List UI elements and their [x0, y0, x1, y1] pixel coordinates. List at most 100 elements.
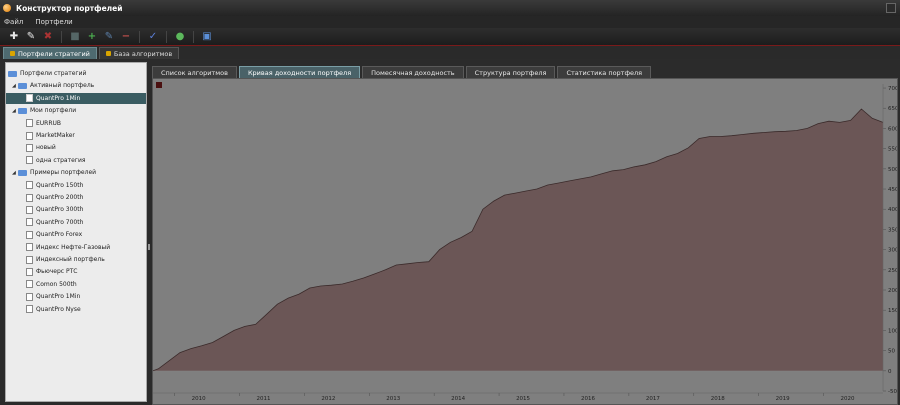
- tree-item[interactable]: QuantPro 150th: [6, 180, 83, 191]
- menu-portfolios[interactable]: Портфели: [35, 18, 72, 26]
- tree-item-label: Активный портфель: [30, 82, 95, 90]
- tree-item[interactable]: Фьючерс РТС: [6, 266, 77, 277]
- document-icon: [26, 143, 33, 152]
- delete-button[interactable]: ✖: [42, 31, 54, 43]
- menu-bar: Файл Портфели: [0, 16, 900, 28]
- tree-item[interactable]: Индексный портфель: [6, 254, 105, 265]
- save-button[interactable]: ■: [69, 31, 81, 43]
- minus-icon: −: [121, 31, 131, 42]
- window-title: Конструктор портфелей: [16, 3, 123, 13]
- tree-item[interactable]: QuantPro 300th: [6, 204, 83, 215]
- chart-icon: ✓: [148, 31, 158, 42]
- folder-icon: [8, 70, 17, 77]
- document-icon: [26, 205, 33, 214]
- folder-icon: [18, 169, 27, 176]
- document-icon: ✎: [26, 31, 36, 42]
- equity-area: [153, 109, 883, 371]
- menu-file[interactable]: Файл: [4, 18, 23, 26]
- refresh-button[interactable]: ●: [174, 31, 186, 43]
- x-tick-label: 2015: [516, 396, 530, 402]
- panel-splitter[interactable]: [147, 59, 151, 405]
- folder-icon: [18, 107, 27, 114]
- remove-button[interactable]: −: [120, 31, 132, 43]
- y-tick-label: 700: [888, 86, 897, 92]
- view-tab-1[interactable]: Кривая доходности портфеля: [238, 66, 361, 78]
- tab-label: База алгоритмов: [113, 49, 173, 58]
- y-tick-label: 300: [888, 248, 897, 254]
- tree-item-label: новый: [36, 144, 56, 152]
- tree-folder[interactable]: Портфели стратегий: [6, 68, 86, 79]
- equity-chart-panel: 700 650 600 550 500 450 400 350 300 250 200 150 100 5…: [152, 78, 898, 405]
- x-tick-label: 2018: [711, 396, 725, 402]
- y-tick-label: 650: [888, 106, 897, 112]
- tree-item[interactable]: QuantPro Forex: [6, 229, 82, 240]
- new-portfolio-button[interactable]: ✚: [8, 31, 20, 43]
- x-tick-label: 2013: [386, 396, 400, 402]
- y-tick-label: 100: [888, 328, 897, 334]
- y-tick-label: 600: [888, 126, 897, 132]
- tree-item-label: QuantPro 150th: [36, 181, 84, 189]
- app-logo-icon: [3, 4, 11, 12]
- splitter-grip-icon[interactable]: [148, 244, 150, 250]
- view-tab-4[interactable]: Статистика портфеля: [557, 66, 652, 78]
- tree-item-label: EURRUB: [36, 119, 62, 127]
- chart-button[interactable]: ✓: [147, 31, 159, 43]
- tree-item-label: Comon 500th: [36, 280, 77, 288]
- x-tick-label: 2010: [192, 396, 206, 402]
- tree-item-label: QuantPro 1Min: [36, 94, 81, 102]
- tab-strategy-portfolios[interactable]: Портфели стратегий: [3, 47, 97, 59]
- tree-item[interactable]: QuantPro 1Min: [6, 92, 146, 104]
- refresh-icon: ●: [175, 31, 185, 42]
- folder-icon: [18, 82, 27, 89]
- x-tick-label: 2019: [776, 396, 790, 402]
- tree-folder[interactable]: ◢ Мои портфели: [6, 105, 76, 116]
- y-tick-label: 400: [888, 207, 897, 213]
- open-button[interactable]: ✎: [25, 31, 37, 43]
- tree-item[interactable]: MarketMaker: [6, 130, 75, 141]
- edit-button[interactable]: ✎: [103, 31, 115, 43]
- tree-item[interactable]: одна стратегия: [6, 155, 85, 166]
- title-bar: Конструктор портфелей: [0, 0, 900, 16]
- document-icon: [26, 243, 33, 252]
- view-tab-0[interactable]: Список алгоритмов: [152, 66, 237, 78]
- tree-item[interactable]: QuantPro 1Min: [6, 291, 80, 302]
- view-tab-3[interactable]: Структура портфеля: [465, 66, 556, 78]
- x-tick-label: 2020: [841, 396, 855, 402]
- tree-item-label: Примеры портфелей: [30, 169, 97, 177]
- tree-item-label: QuantPro 1Min: [36, 293, 81, 301]
- tree-item-label: Портфели стратегий: [20, 70, 87, 77]
- star-icon: [10, 51, 15, 56]
- y-tick-label: 50: [888, 349, 895, 355]
- tree-item-label: Индексный портфель: [36, 256, 105, 263]
- y-tick-label: -50: [888, 389, 897, 395]
- tree-item[interactable]: QuantPro 700th: [6, 217, 83, 228]
- x-tick-label: 2017: [646, 396, 660, 402]
- toolbar-separator: [166, 30, 167, 43]
- window-control-button[interactable]: [886, 3, 896, 13]
- tree-item[interactable]: новый: [6, 142, 56, 153]
- document-icon: [26, 305, 33, 314]
- tree-item[interactable]: QuantPro Nyse: [6, 304, 81, 315]
- y-tick-label: 200: [888, 288, 897, 294]
- tree-folder[interactable]: ◢ Активный портфель: [6, 80, 94, 91]
- tree-item-label: Мои портфели: [30, 107, 77, 115]
- tree-item-label: QuantPro 300th: [36, 206, 84, 214]
- document-icon: [26, 119, 33, 128]
- pencil-icon: ✎: [104, 31, 114, 42]
- tree-item[interactable]: Индекс Нефте-Газовый: [6, 242, 110, 253]
- toolbar: ✚ ✎ ✖ ■ + ✎ − ✓ ● ▣: [0, 28, 900, 46]
- x-tick-label: 2016: [581, 396, 595, 402]
- view-tab-2[interactable]: Помесячная доходность: [362, 66, 464, 78]
- tab-label: Портфели стратегий: [18, 49, 90, 58]
- y-tick-label: 450: [888, 187, 897, 193]
- tree-item[interactable]: QuantPro 200th: [6, 192, 83, 203]
- tree-item-label: QuantPro Nyse: [36, 305, 81, 313]
- y-tick-label: 500: [888, 167, 897, 173]
- add-button[interactable]: +: [86, 31, 98, 43]
- tree-item-label: одна стратегия: [36, 156, 86, 164]
- tab-algorithm-base[interactable]: База алгоритмов: [98, 47, 180, 59]
- tree-item[interactable]: Comon 500th: [6, 279, 77, 290]
- tree-item[interactable]: EURRUB: [6, 118, 61, 129]
- tree-folder[interactable]: ◢ Примеры портфелей: [6, 167, 96, 178]
- report-button[interactable]: ▣: [201, 31, 213, 43]
